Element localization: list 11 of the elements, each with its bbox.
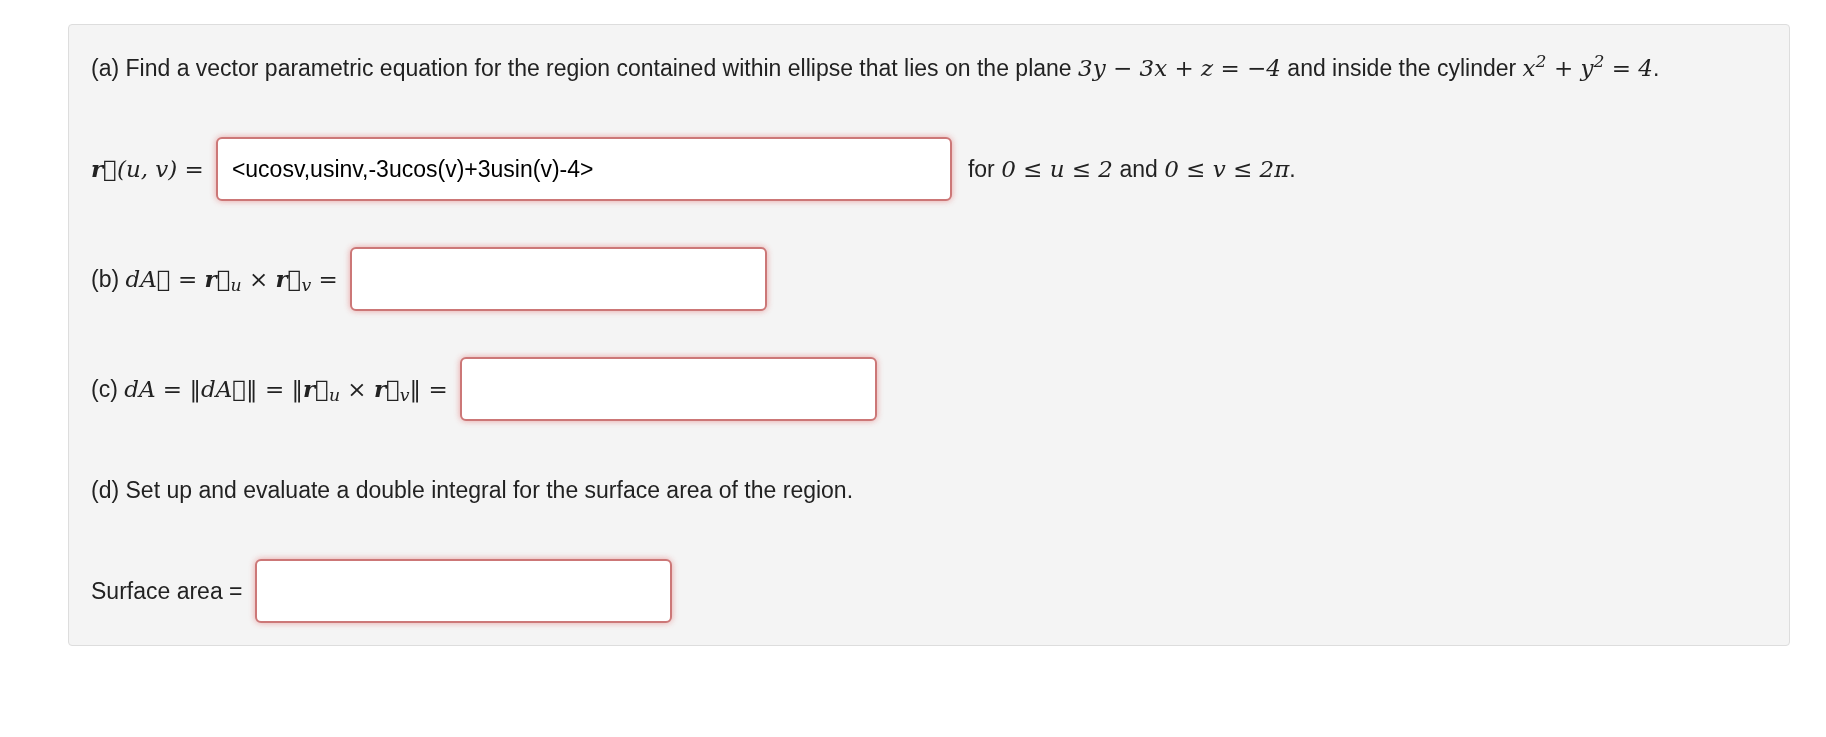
answer-field[interactable]: <ucosv,usinv,-3ucos(v)+3usin(v)-4> [215,137,952,201]
answer-field[interactable] [254,559,672,623]
answer-label: (b) dA⃗ = r⃗$_{u}$ × r⃗$_{v}$ = [91,263,338,297]
answer-field[interactable] [349,247,767,311]
answer-label: Surface area = [91,576,243,606]
question-text: (d) Set up and evaluate a double integral for the surface area of the region. [91,476,855,505]
answer-hint: for 0 ≤ u ≤ 2 and 0 ≤ v ≤ 2π. [967,154,1296,184]
question-text: (a) Find a vector parametric equation for the region contained within ellipse that lies on the plane 3y − 3x + z = −4 and inside the cylinder x$^{2}$ + y$^{2}$ = 4. [91,50,1661,83]
answer-field[interactable] [459,357,877,421]
answer-label: r⃗(u, v) = [91,153,204,184]
answer-label: (c) dA = ‖dA⃗‖ = ‖r⃗$_{u}$ × r⃗$_{v}$‖ = [91,373,448,407]
